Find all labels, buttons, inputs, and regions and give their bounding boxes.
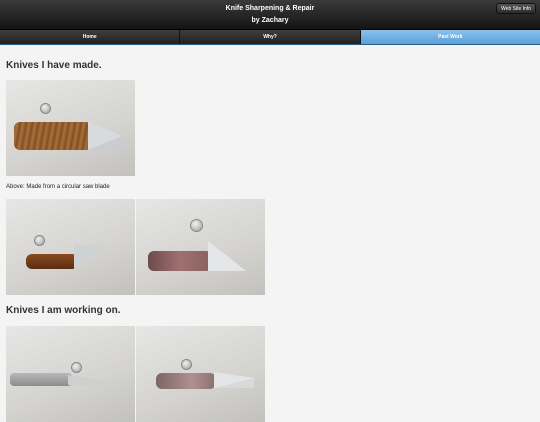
knife-handle bbox=[10, 373, 72, 386]
knife-photo-4 bbox=[6, 326, 135, 422]
knife-blade bbox=[68, 370, 130, 385]
photo-caption: Above: Made from a circular saw blade bbox=[6, 184, 110, 190]
knife-handle bbox=[14, 122, 92, 150]
knife-handle bbox=[148, 251, 212, 271]
knife-photo-2 bbox=[6, 199, 135, 295]
coin-icon bbox=[190, 219, 203, 232]
tab-bar: Home Why? Past Work bbox=[0, 30, 540, 45]
knife-blade bbox=[88, 122, 122, 150]
site-subtitle: by Zachary bbox=[251, 17, 289, 24]
web-site-info-button[interactable]: Web Site Info bbox=[496, 3, 536, 14]
section-heading-working: Knives I am working on. bbox=[6, 305, 121, 316]
knife-photo-3 bbox=[136, 199, 265, 295]
coin-icon bbox=[40, 103, 51, 114]
knife-blade bbox=[74, 245, 108, 269]
tab-home[interactable]: Home bbox=[0, 30, 181, 44]
coin-icon bbox=[181, 359, 192, 370]
section-heading-made: Knives I have made. bbox=[6, 60, 102, 71]
knife-blade bbox=[214, 372, 254, 388]
tab-past-work[interactable]: Past Work bbox=[360, 30, 540, 44]
app-header: Knife Sharpening & Repair by Zachary Web… bbox=[0, 0, 540, 30]
site-title: Knife Sharpening & Repair bbox=[225, 5, 315, 12]
knife-handle bbox=[26, 254, 78, 269]
knife-handle bbox=[156, 373, 216, 389]
knife-photo-5 bbox=[136, 326, 265, 422]
tab-why[interactable]: Why? bbox=[180, 30, 361, 44]
knife-photo-1 bbox=[6, 80, 135, 176]
knife-blade bbox=[208, 241, 246, 271]
coin-icon bbox=[34, 235, 45, 246]
